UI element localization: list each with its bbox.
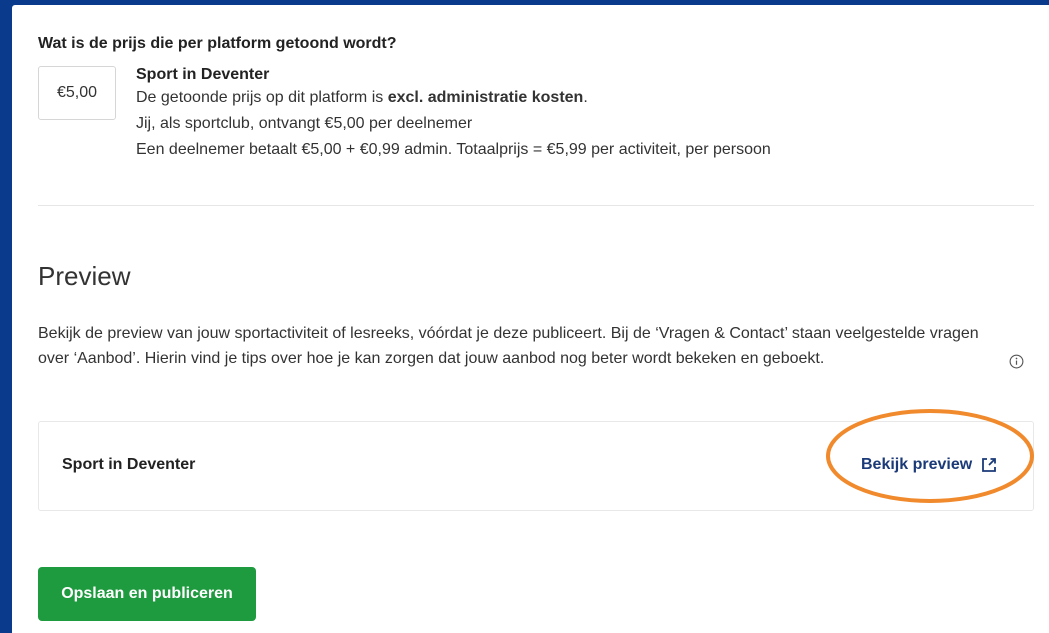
view-preview-label: Bekijk preview: [861, 456, 973, 473]
price-excl-suffix: .: [583, 89, 588, 106]
preview-card-name: Sport in Deventer: [62, 456, 196, 473]
participant-pays-line: Een deelnemer betaalt €5,00 + €0,99 admi…: [136, 141, 771, 158]
preview-heading: Preview: [38, 261, 131, 291]
price-input[interactable]: €5,00: [38, 66, 116, 120]
price-excl-line: De getoonde prijs op dit platform is exc…: [136, 85, 771, 111]
price-excl-bold: excl. administratie kosten: [387, 89, 584, 106]
save-and-publish-button[interactable]: Opslaan en publiceren: [38, 567, 256, 621]
external-link-icon: [982, 458, 997, 472]
club-receives-line: Jij, als sportclub, ontvangt €5,00 per d…: [136, 115, 473, 132]
section-divider: [38, 205, 1034, 206]
platform-price-info: Sport in Deventer De getoonde prijs op d…: [136, 65, 771, 163]
content-panel: Wat is de prijs die per platform getoond…: [12, 5, 1049, 633]
price-question-label: Wat is de prijs die per platform getoond…: [38, 35, 397, 52]
preview-description: Bekijk de preview van jouw sportactivite…: [38, 325, 979, 367]
info-icon[interactable]: [1009, 354, 1024, 369]
preview-card: Sport in Deventer Bekijk preview: [38, 421, 1034, 511]
price-excl-prefix: De getoonde prijs op dit platform is: [136, 89, 388, 106]
view-preview-link[interactable]: Bekijk preview: [861, 456, 998, 474]
platform-name: Sport in Deventer: [136, 66, 270, 83]
